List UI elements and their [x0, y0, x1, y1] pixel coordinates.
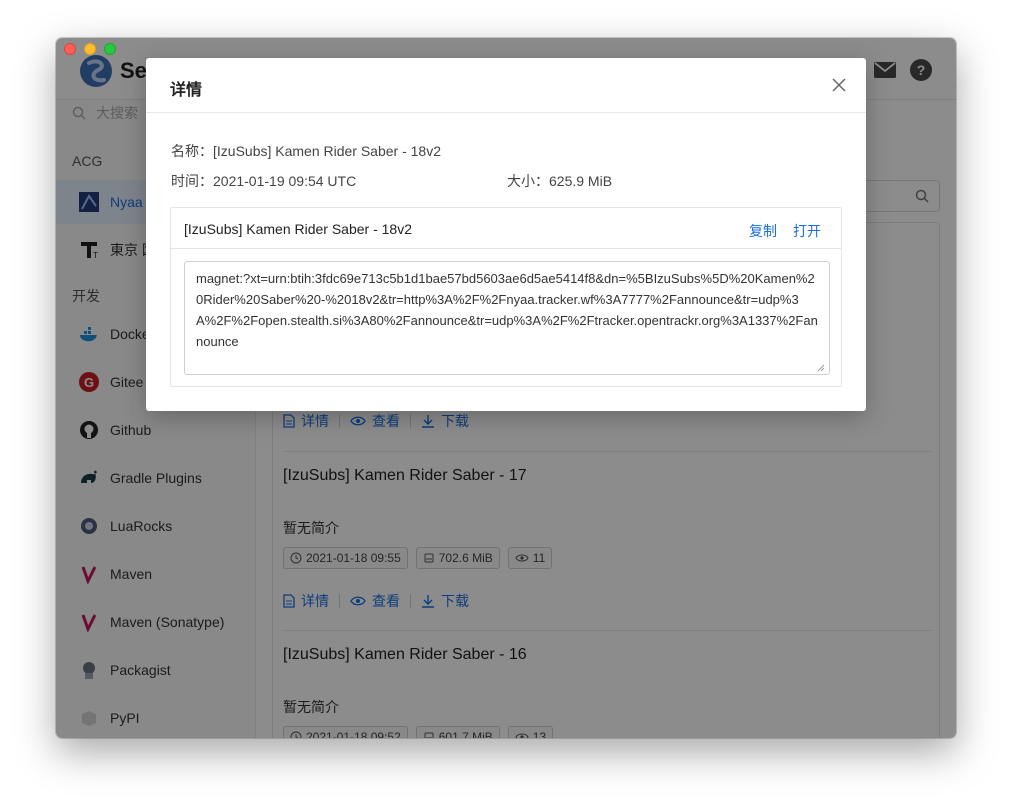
- modal-header: 详情: [146, 58, 866, 113]
- resize-grip-icon[interactable]: [817, 364, 825, 372]
- modal-title: 详情: [170, 82, 203, 99]
- size-row: 大小：625.9 MiB: [507, 171, 612, 191]
- name-row: 名称：[IzuSubs] Kamen Rider Saber - 18v2: [171, 141, 441, 161]
- copy-button[interactable]: 复制: [749, 221, 777, 241]
- time-value: 2021-01-19 09:54 UTC: [213, 173, 357, 189]
- zoom-window-button[interactable]: [104, 43, 116, 55]
- time-label: 时间：: [171, 173, 213, 189]
- close-window-button[interactable]: [64, 43, 76, 55]
- close-icon[interactable]: [832, 78, 846, 92]
- minimize-window-button[interactable]: [84, 43, 96, 55]
- details-modal: 详情 名称：[IzuSubs] Kamen Rider Saber - 18v2…: [146, 58, 866, 411]
- magnet-textarea[interactable]: magnet:?xt=urn:btih:3fdc69e713c5b1d1bae5…: [184, 261, 830, 375]
- time-row: 时间：2021-01-19 09:54 UTC: [171, 171, 356, 191]
- magnet-panel: [IzuSubs] Kamen Rider Saber - 18v2 复制 打开…: [170, 207, 842, 387]
- name-value: [IzuSubs] Kamen Rider Saber - 18v2: [213, 143, 442, 159]
- size-value: 625.9 MiB: [549, 173, 613, 189]
- name-label: 名称：: [171, 143, 213, 159]
- magnet-panel-title: [IzuSubs] Kamen Rider Saber - 18v2: [184, 221, 413, 237]
- open-button[interactable]: 打开: [793, 221, 821, 241]
- magnet-panel-header: [IzuSubs] Kamen Rider Saber - 18v2 复制 打开: [171, 208, 841, 249]
- window-controls: [64, 43, 116, 55]
- size-label: 大小：: [507, 173, 549, 189]
